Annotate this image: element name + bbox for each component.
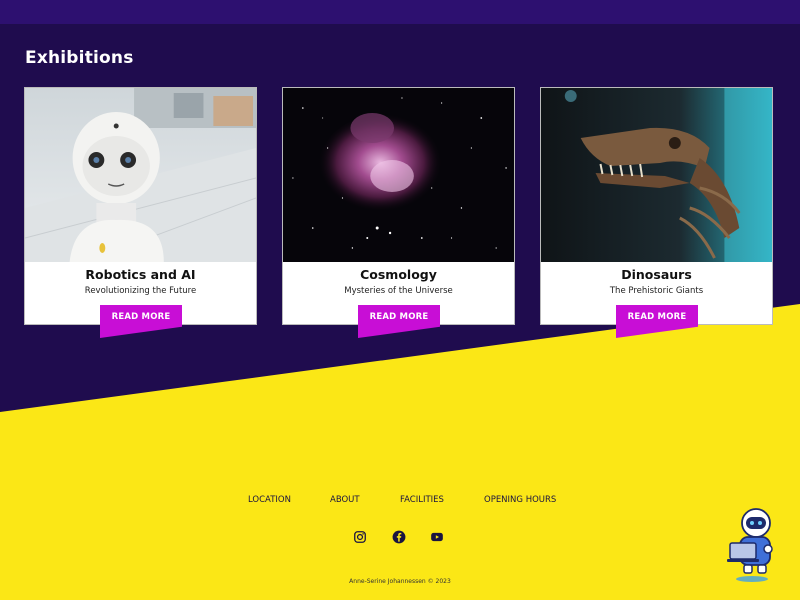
nav-link-about[interactable]: ABOUT bbox=[330, 495, 360, 505]
section-title: Exhibitions bbox=[25, 48, 134, 68]
robot-image bbox=[25, 88, 256, 262]
exhibition-card-dinosaurs: Dinosaurs The Prehistoric Giants bbox=[540, 87, 773, 325]
card-title: Dinosaurs bbox=[621, 267, 692, 282]
read-more-button-dinosaurs[interactable]: READ MORE bbox=[616, 305, 698, 338]
robot-mascot-icon[interactable] bbox=[722, 505, 778, 585]
read-more-button-cosmology[interactable]: READ MORE bbox=[358, 305, 440, 338]
card-subtitle: Mysteries of the Universe bbox=[344, 286, 453, 296]
nav-link-opening-hours[interactable]: OPENING HOURS bbox=[484, 495, 556, 505]
nav-link-location[interactable]: LOCATION bbox=[248, 495, 291, 505]
nav-link-facilities[interactable]: FACILITIES bbox=[400, 495, 444, 505]
card-title: Robotics and AI bbox=[85, 267, 196, 282]
button-label: READ MORE bbox=[627, 312, 687, 322]
copyright-text: Anne-Serine Johannessen © 2023 bbox=[349, 578, 451, 585]
read-more-button-robotics[interactable]: READ MORE bbox=[100, 305, 182, 338]
instagram-icon[interactable] bbox=[353, 530, 367, 544]
card-subtitle: The Prehistoric Giants bbox=[609, 286, 704, 296]
card-title: Cosmology bbox=[360, 267, 437, 282]
button-label: READ MORE bbox=[111, 312, 171, 322]
button-label: READ MORE bbox=[369, 312, 429, 322]
facebook-icon[interactable] bbox=[392, 530, 406, 544]
exhibition-card-robotics: Robotics and AI Revolutionizing the Futu… bbox=[24, 87, 257, 325]
nebula-image bbox=[283, 88, 514, 262]
youtube-icon[interactable] bbox=[430, 530, 444, 544]
exhibition-card-cosmology: Cosmology Mysteries of the Universe bbox=[282, 87, 515, 325]
card-subtitle: Revolutionizing the Future bbox=[84, 286, 197, 296]
top-bar bbox=[0, 0, 800, 24]
dinosaur-image bbox=[541, 88, 772, 262]
